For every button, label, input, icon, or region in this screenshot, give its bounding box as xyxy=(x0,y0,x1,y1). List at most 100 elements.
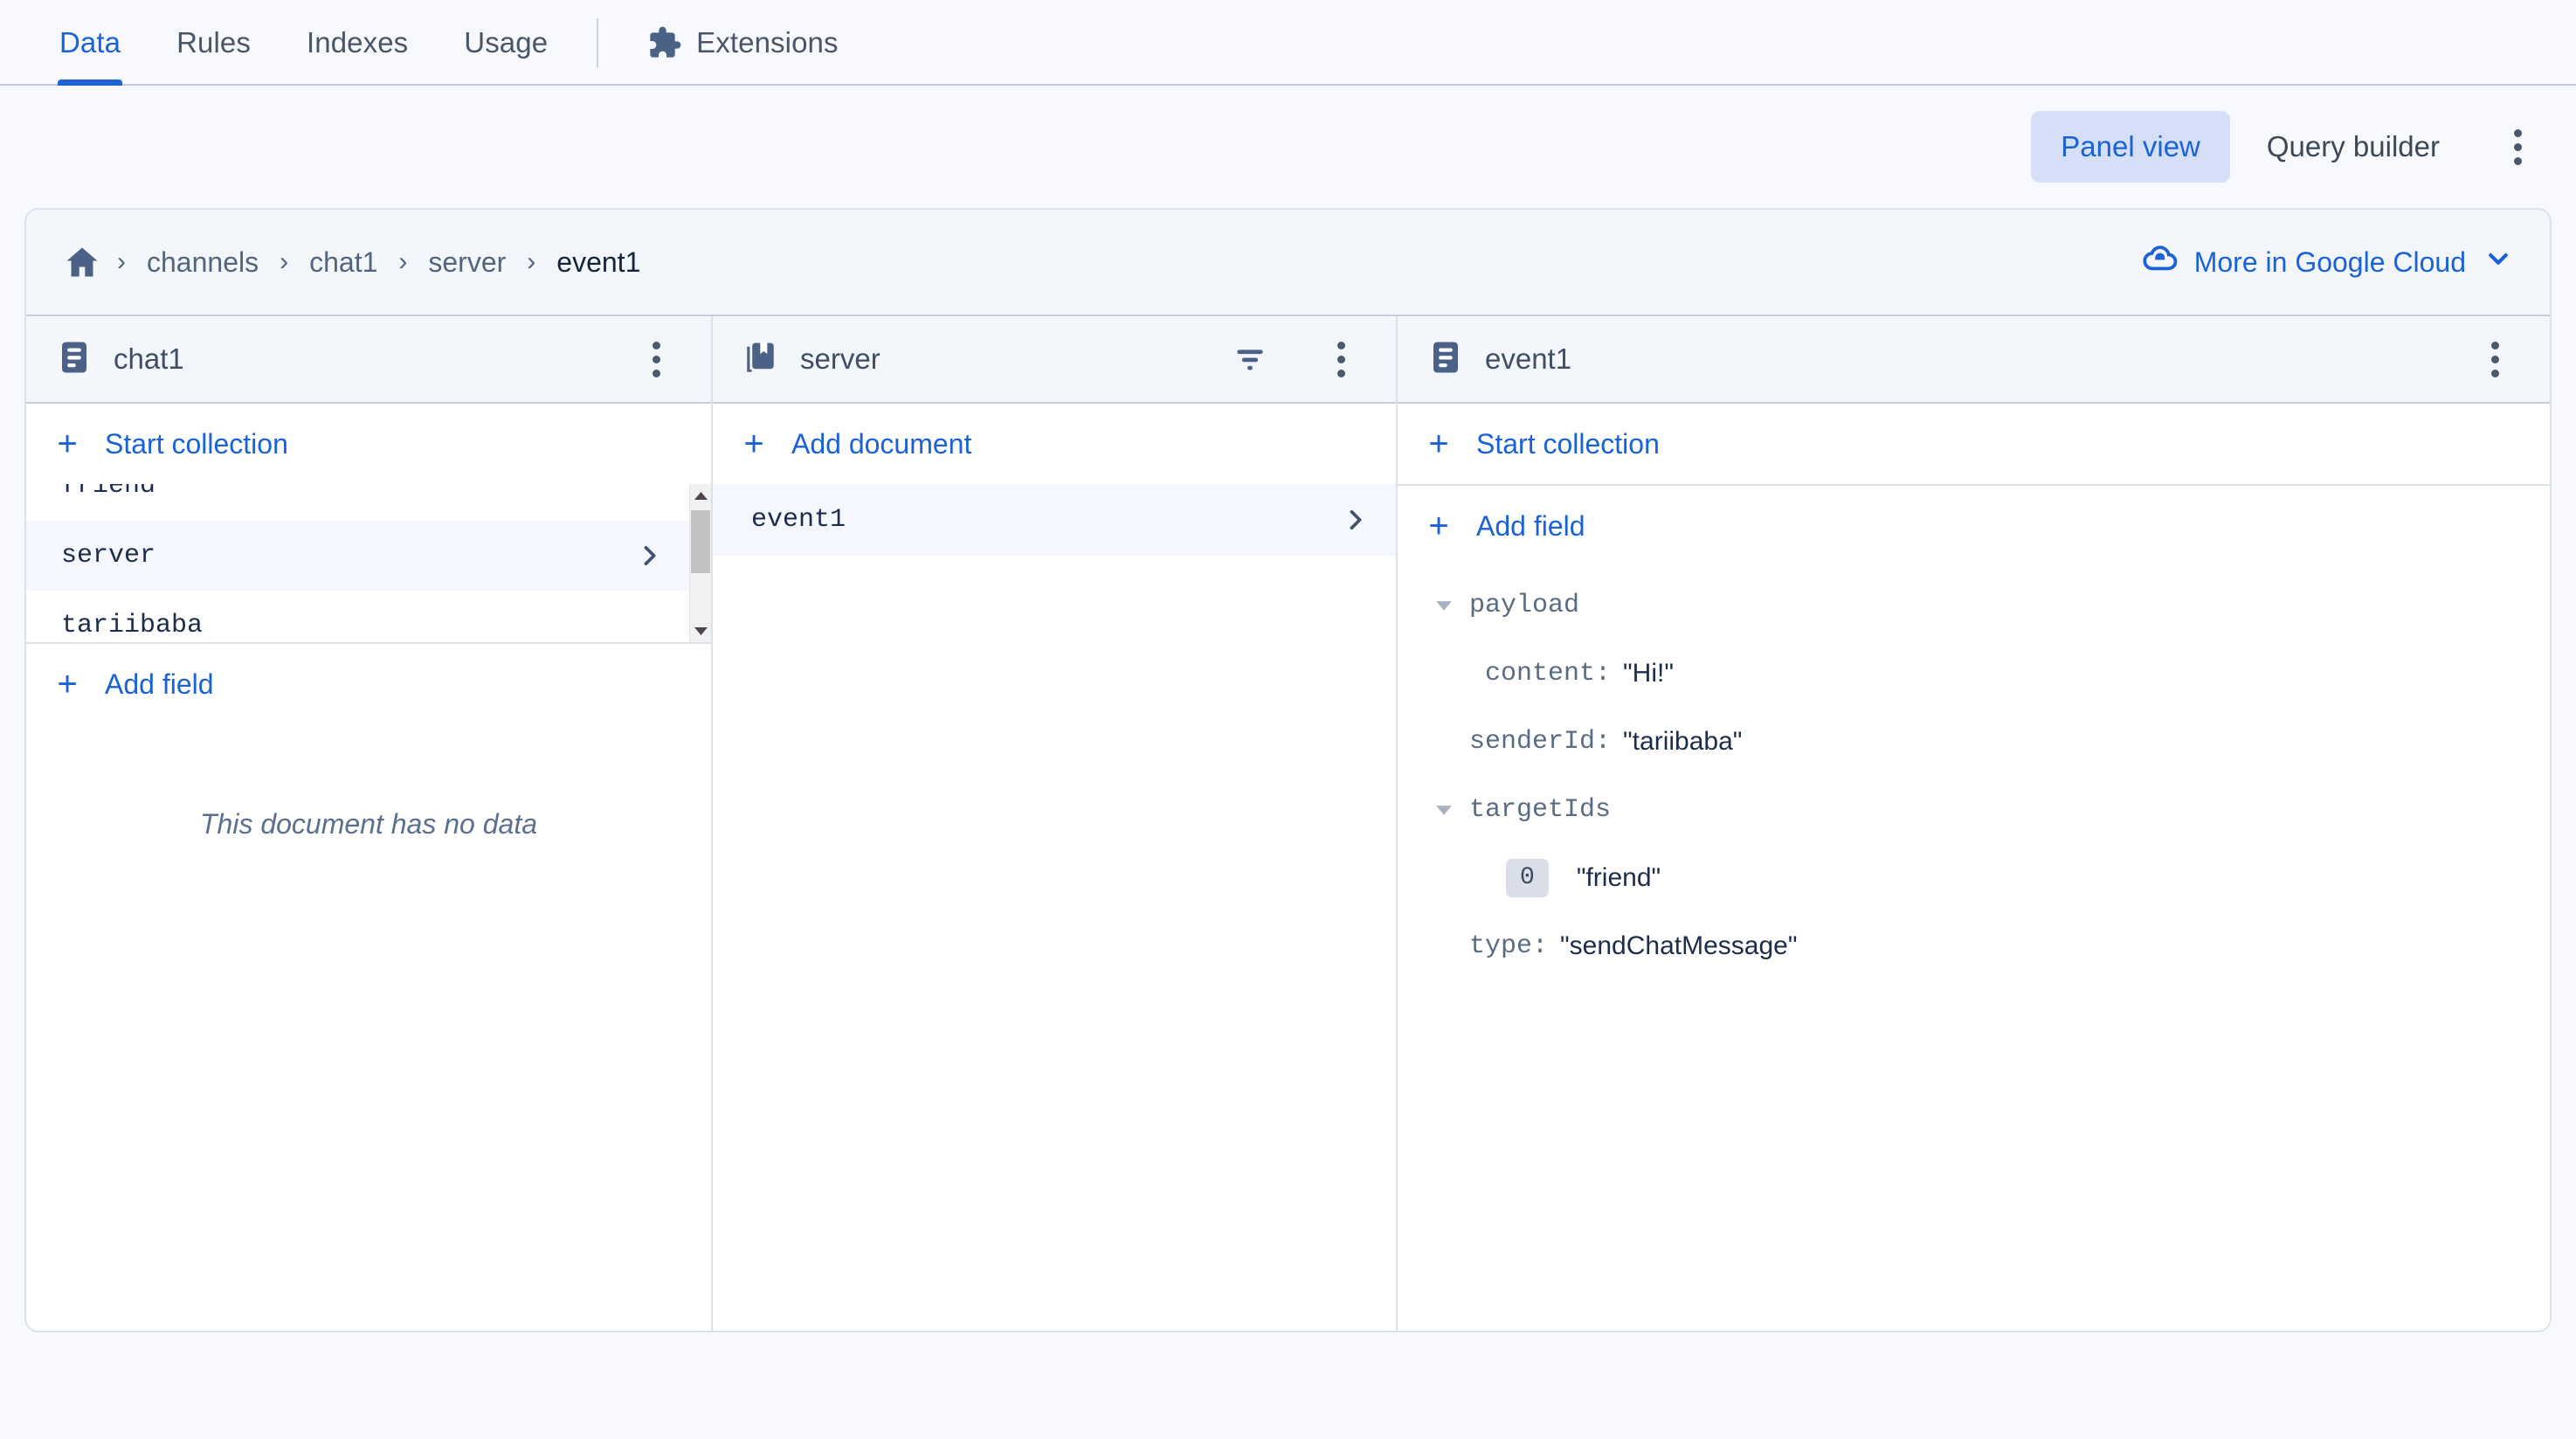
array-index-badge: 0 xyxy=(1506,859,1549,897)
tab-usage[interactable]: Usage xyxy=(436,0,576,86)
breadcrumb-item-chat1[interactable]: chat1 xyxy=(300,241,386,284)
top-tab-bar: Data Rules Indexes Usage Extensions xyxy=(0,0,2576,86)
collection-panel: server + Add document event1 xyxy=(713,316,1398,1331)
tab-data[interactable]: Data xyxy=(31,0,148,86)
add-document-label: Add document xyxy=(791,428,971,460)
tab-bar-underline xyxy=(0,84,2576,86)
field-key: senderId: xyxy=(1469,727,1611,757)
document-icon xyxy=(1427,339,1464,380)
vertical-scrollbar[interactable] xyxy=(689,484,711,642)
start-collection-label: Start collection xyxy=(105,428,288,460)
puzzle-icon xyxy=(647,25,682,60)
more-in-google-cloud-label: More in Google Cloud xyxy=(2194,246,2466,279)
firestore-data-card: › channels › chat1 › server › event1 Mor… xyxy=(24,208,2552,1332)
scroll-up-arrow-icon[interactable] xyxy=(694,484,708,507)
field-row-senderId[interactable]: senderId: "tariibaba" xyxy=(1398,708,2550,776)
start-collection-label: Start collection xyxy=(1476,428,1660,460)
subcollection-list: friend server tariibaba xyxy=(26,484,711,644)
field-key: type: xyxy=(1469,931,1548,961)
add-field-button[interactable]: + Add field xyxy=(26,644,711,724)
breadcrumb-separator: › xyxy=(515,247,548,277)
breadcrumb-item-channels[interactable]: channels xyxy=(138,241,267,284)
field-value: "Hi!" xyxy=(1623,659,1674,688)
tab-extensions[interactable]: Extensions xyxy=(619,0,866,86)
field-panel-kebab-menu-icon[interactable] xyxy=(2462,327,2527,391)
field-value: "tariibaba" xyxy=(1623,727,1742,757)
collection-panel-body: + Add document event1 xyxy=(713,404,1396,1331)
collection-panel-header: server xyxy=(713,316,1396,404)
list-item[interactable]: event1 xyxy=(713,484,1396,556)
field-row-content[interactable]: content: "Hi!" xyxy=(1398,640,2550,708)
breadcrumb-item-event1[interactable]: event1 xyxy=(548,241,649,284)
add-field-button[interactable]: + Add field xyxy=(1398,486,2550,566)
tab-rules-label: Rules xyxy=(176,26,251,59)
start-collection-button[interactable]: + Start collection xyxy=(1398,404,2550,484)
tab-indexes[interactable]: Indexes xyxy=(279,0,436,86)
collection-icon xyxy=(742,339,779,380)
field-tree: payload content: "Hi!" senderId: "tariib… xyxy=(1398,566,2550,980)
document-panel-header: chat1 xyxy=(26,316,711,404)
document-panel-body: + Start collection friend server xyxy=(26,404,711,1331)
field-value: "friend" xyxy=(1577,863,1661,893)
chevron-down-icon xyxy=(2482,242,2515,282)
chevron-right-icon xyxy=(1340,505,1370,535)
view-toolbar: Panel view Query builder xyxy=(0,86,2576,208)
tab-rules[interactable]: Rules xyxy=(148,0,279,86)
filter-icon[interactable] xyxy=(1221,330,1279,388)
field-key: payload xyxy=(1469,591,1579,620)
field-row-targetIds[interactable]: targetIds xyxy=(1398,776,2550,844)
list-item-label: friend xyxy=(61,484,664,501)
plus-icon: + xyxy=(52,667,82,702)
tab-usage-label: Usage xyxy=(464,26,548,59)
breadcrumb-item-server[interactable]: server xyxy=(419,241,515,284)
add-document-button[interactable]: + Add document xyxy=(713,404,1396,484)
query-builder-button[interactable]: Query builder xyxy=(2237,111,2469,183)
breadcrumb-bar: › channels › chat1 › server › event1 Mor… xyxy=(26,210,2550,316)
start-collection-button[interactable]: + Start collection xyxy=(26,404,711,484)
list-item[interactable]: server xyxy=(26,521,690,591)
panel-view-button[interactable]: Panel view xyxy=(2031,111,2230,183)
caret-down-icon[interactable] xyxy=(1433,799,1469,821)
kebab-menu-icon[interactable] xyxy=(2485,114,2550,179)
add-field-label: Add field xyxy=(1476,510,1585,543)
plus-icon: + xyxy=(739,426,769,461)
tab-divider xyxy=(597,18,598,67)
scrollbar-thumb[interactable] xyxy=(691,510,710,573)
home-icon[interactable] xyxy=(59,238,105,287)
breadcrumb-separator: › xyxy=(105,247,138,277)
collection-panel-title: server xyxy=(800,342,1200,376)
collection-panel-spacer xyxy=(713,556,1396,1331)
list-item[interactable]: tariibaba xyxy=(26,591,690,644)
add-field-label: Add field xyxy=(105,668,214,701)
field-row-type[interactable]: type: "sendChatMessage" xyxy=(1398,912,2550,980)
field-panel-header: event1 xyxy=(1398,316,2550,404)
field-value: "sendChatMessage" xyxy=(1560,931,1797,961)
tab-indexes-label: Indexes xyxy=(307,26,408,59)
plus-icon: + xyxy=(52,426,82,461)
scrollbar-track[interactable] xyxy=(690,507,711,619)
list-item-label: server xyxy=(61,541,634,571)
collection-panel-kebab-menu-icon[interactable] xyxy=(1309,327,1373,391)
caret-down-icon[interactable] xyxy=(1433,594,1469,617)
chevron-right-icon xyxy=(634,541,664,571)
scroll-down-arrow-icon[interactable] xyxy=(694,619,708,642)
panel-container: chat1 + Start collection friend server xyxy=(26,316,2550,1331)
list-item-label: tariibaba xyxy=(61,611,664,640)
tab-data-label: Data xyxy=(59,26,121,59)
plus-icon: + xyxy=(1424,508,1454,543)
field-row-payload[interactable]: payload xyxy=(1398,571,2550,640)
list-item[interactable]: friend xyxy=(26,484,690,521)
more-in-google-cloud-button[interactable]: More in Google Cloud xyxy=(2133,233,2520,291)
plus-icon: + xyxy=(1424,426,1454,461)
field-row-array-item[interactable]: 0 "friend" xyxy=(1398,844,2550,912)
field-panel: event1 + Start collection + Add field xyxy=(1398,316,2550,1331)
document-panel-title: chat1 xyxy=(114,342,594,376)
field-key: targetIds xyxy=(1469,795,1611,825)
breadcrumb-separator: › xyxy=(267,247,300,277)
document-item-label: event1 xyxy=(751,505,1340,535)
field-key: content: xyxy=(1485,659,1611,688)
field-panel-spacer xyxy=(1398,980,2550,1331)
breadcrumb-separator: › xyxy=(386,247,419,277)
document-panel-kebab-menu-icon[interactable] xyxy=(624,327,688,391)
empty-state-message: This document has no data xyxy=(26,724,711,1331)
